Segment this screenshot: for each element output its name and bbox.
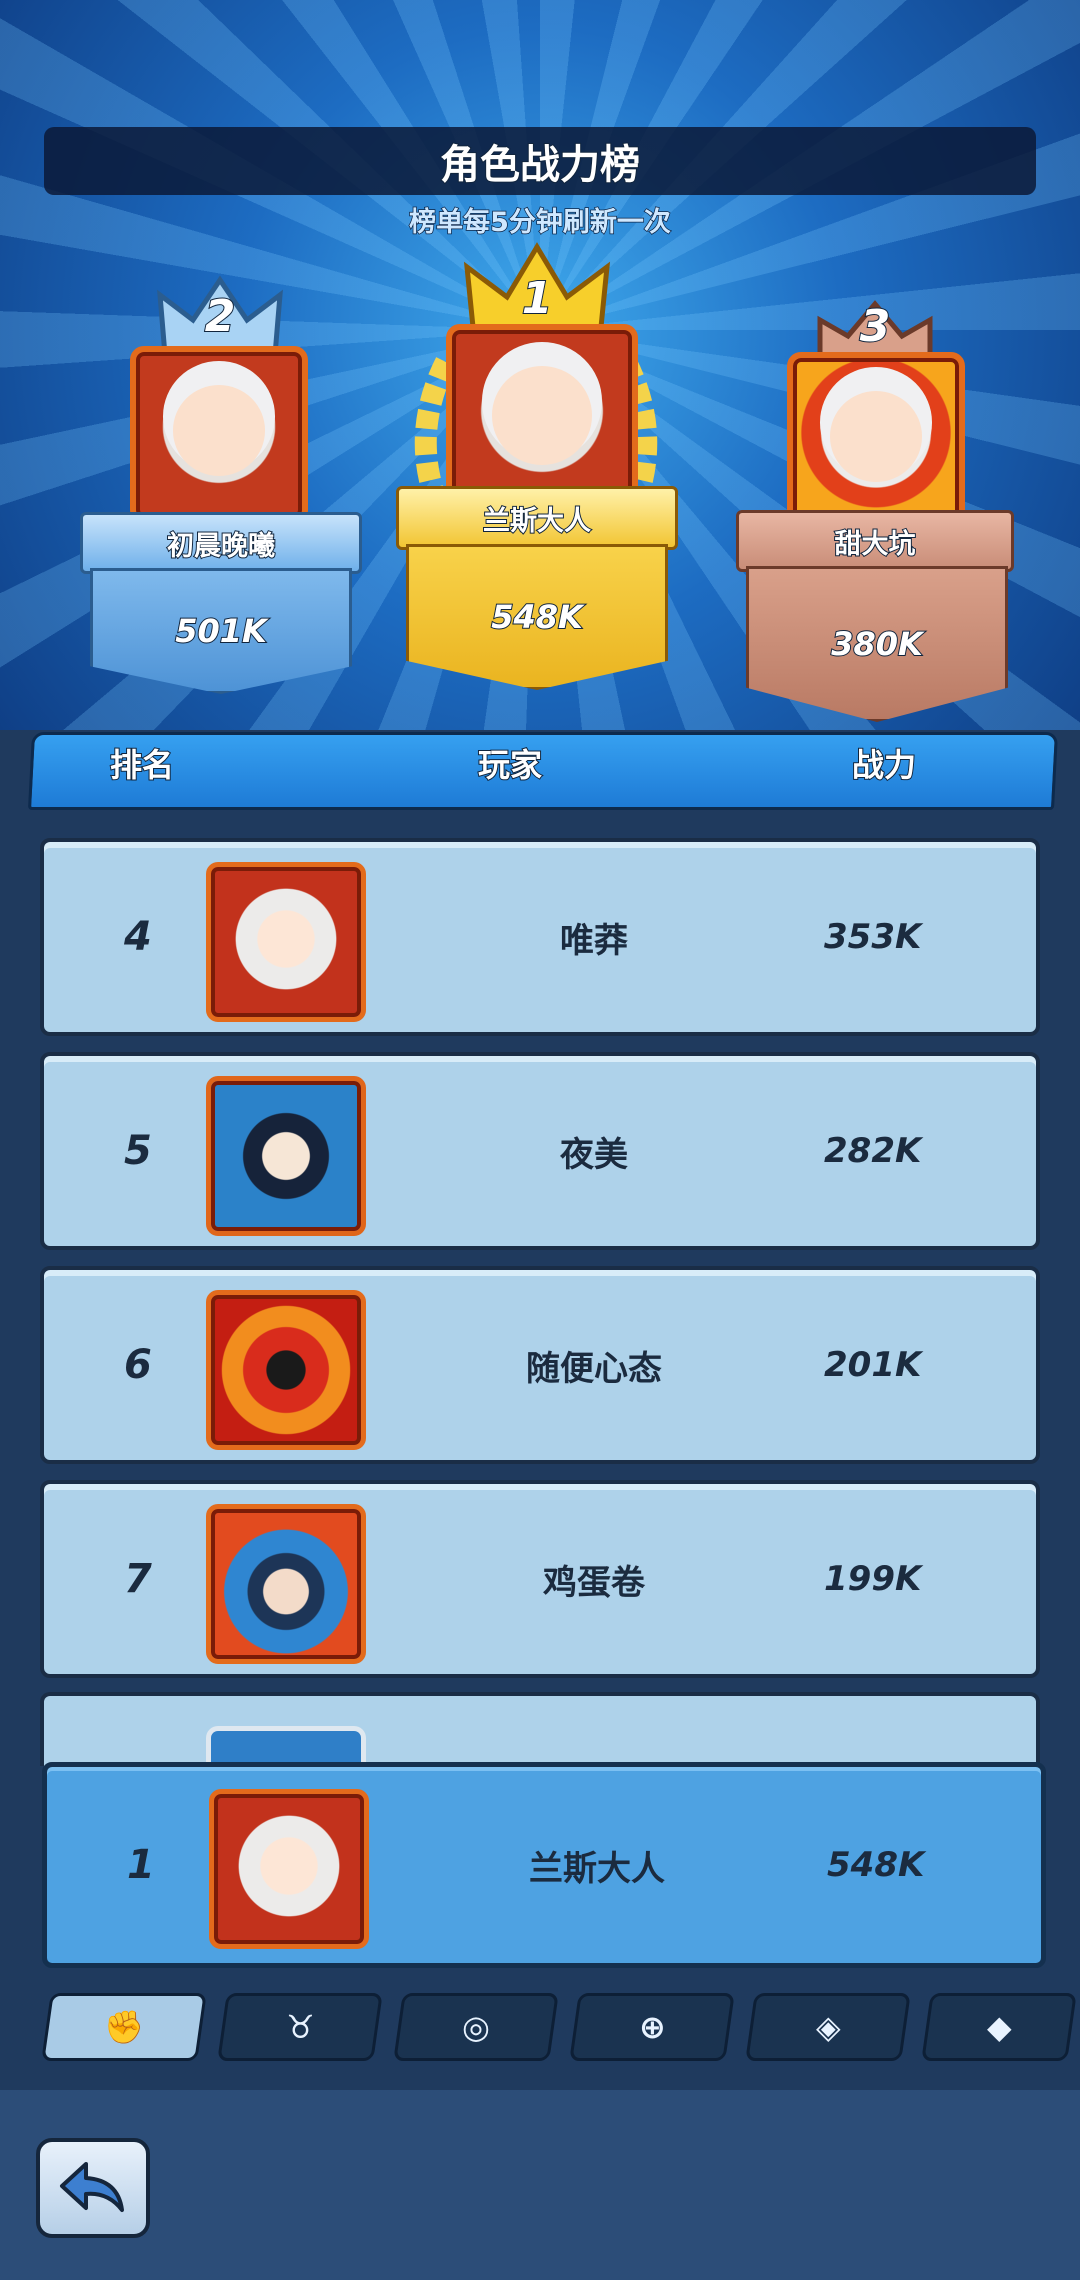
row-power: 282K xyxy=(824,1131,922,1171)
title-bar: 角色战力榜 xyxy=(44,127,1036,195)
bull-horns-icon: ♉ xyxy=(285,2008,315,2046)
row-power: 201K xyxy=(824,1345,922,1385)
table-row-partial[interactable] xyxy=(40,1692,1040,1771)
avatar xyxy=(206,862,366,1022)
swirl-card-icon: ◎ xyxy=(462,2008,490,2046)
page-title: 角色战力榜 xyxy=(439,141,641,189)
tab-gem[interactable]: ◆ xyxy=(921,1993,1077,2061)
bottom-panel xyxy=(0,2090,1080,2280)
tab-cards[interactable]: ◈ xyxy=(745,1993,911,2061)
row-rank: 7 xyxy=(124,1556,152,1602)
table-row[interactable]: 6 随便心态 201K xyxy=(40,1266,1040,1464)
back-button[interactable] xyxy=(36,2138,150,2238)
avatar xyxy=(130,346,308,524)
row-rank: 1 xyxy=(127,1842,155,1888)
cards-fan-icon: ◈ xyxy=(815,2008,841,2046)
tab-bull[interactable]: ♉ xyxy=(217,1993,383,2061)
row-rank: 5 xyxy=(124,1128,152,1174)
podium-power: 501K xyxy=(90,568,352,694)
fist-icon: ✊ xyxy=(104,2008,144,2046)
tab-swirl[interactable]: ◎ xyxy=(393,1993,559,2061)
tab-fist[interactable]: ✊ xyxy=(41,1993,207,2061)
avatar xyxy=(206,1290,366,1450)
podium-name: 初晨晚曦 xyxy=(80,512,362,574)
row-rank: 6 xyxy=(124,1342,152,1388)
column-player: 玩家 xyxy=(477,745,543,785)
podium-name: 兰斯大人 xyxy=(396,486,678,550)
row-player-name: 兰斯大人 xyxy=(529,1848,665,1889)
podium-name: 甜大坑 xyxy=(736,510,1014,572)
column-rank: 排名 xyxy=(109,745,175,785)
avatar xyxy=(209,1789,369,1949)
row-power: 353K xyxy=(824,917,922,957)
table-row[interactable]: 5 夜美 282K xyxy=(40,1052,1040,1250)
avatar xyxy=(206,1504,366,1664)
avatar xyxy=(787,352,965,530)
back-arrow-icon xyxy=(60,2162,124,2212)
row-power: 548K xyxy=(827,1845,925,1885)
refresh-note: 榜单每5分钟刷新一次 xyxy=(408,206,671,239)
row-power: 199K xyxy=(824,1559,922,1599)
row-player-name: 夜美 xyxy=(560,1134,628,1175)
podium-first[interactable]: 1 兰斯大人 548K xyxy=(396,242,678,702)
table-row[interactable]: 7 鸡蛋卷 199K xyxy=(40,1480,1040,1678)
row-player-name: 鸡蛋卷 xyxy=(543,1562,645,1603)
category-tab-bar: ✊ ♉ ◎ ⊕ ◈ ◆ xyxy=(0,1975,1080,2065)
tab-target[interactable]: ⊕ xyxy=(569,1993,735,2061)
table-row[interactable]: 4 唯莽 353K xyxy=(40,838,1040,1036)
row-player-name: 随便心态 xyxy=(526,1348,662,1389)
row-rank: 4 xyxy=(124,914,152,960)
avatar xyxy=(206,1076,366,1236)
row-player-name: 唯莽 xyxy=(560,920,628,961)
column-power: 战力 xyxy=(851,745,917,785)
my-rank-row[interactable]: 1 兰斯大人 548K xyxy=(42,1762,1046,1968)
gem-card-icon: ◆ xyxy=(986,2008,1012,2046)
podium-power: 548K xyxy=(406,544,668,690)
podium-third[interactable]: 3 甜大坑 380K xyxy=(736,300,1014,722)
target-card-icon: ⊕ xyxy=(638,2008,666,2046)
podium-second[interactable]: 2 初晨晚曦 501K xyxy=(80,270,362,720)
podium-power: 380K xyxy=(746,566,1008,722)
